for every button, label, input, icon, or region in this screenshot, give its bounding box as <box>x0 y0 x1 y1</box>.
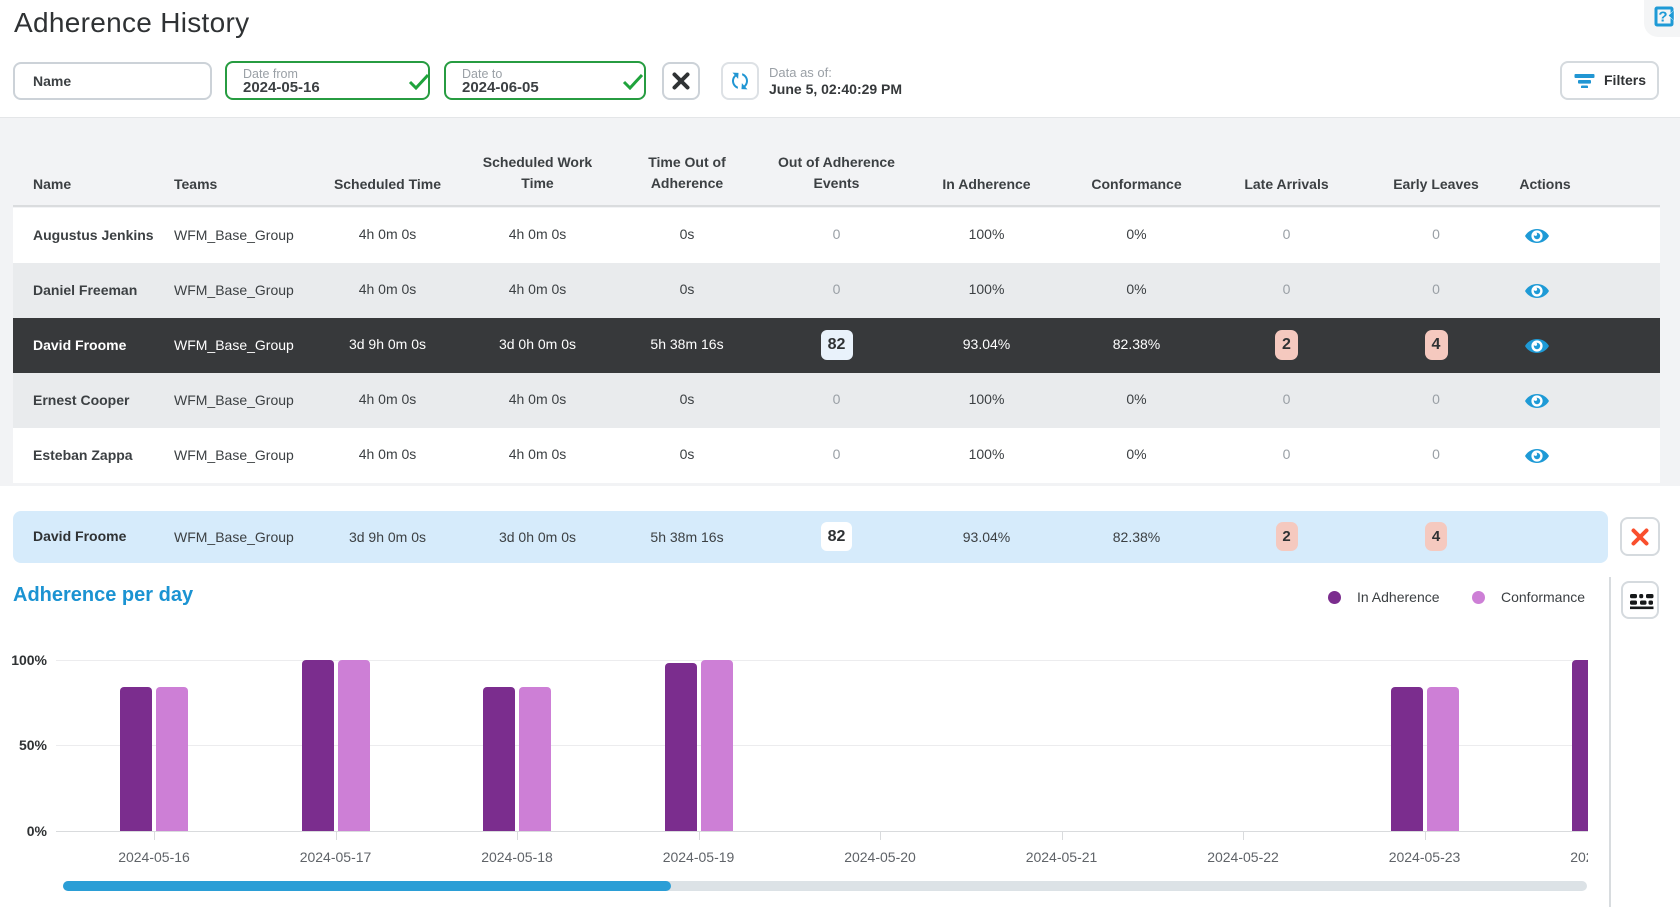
svg-text:?: ? <box>1658 9 1667 26</box>
